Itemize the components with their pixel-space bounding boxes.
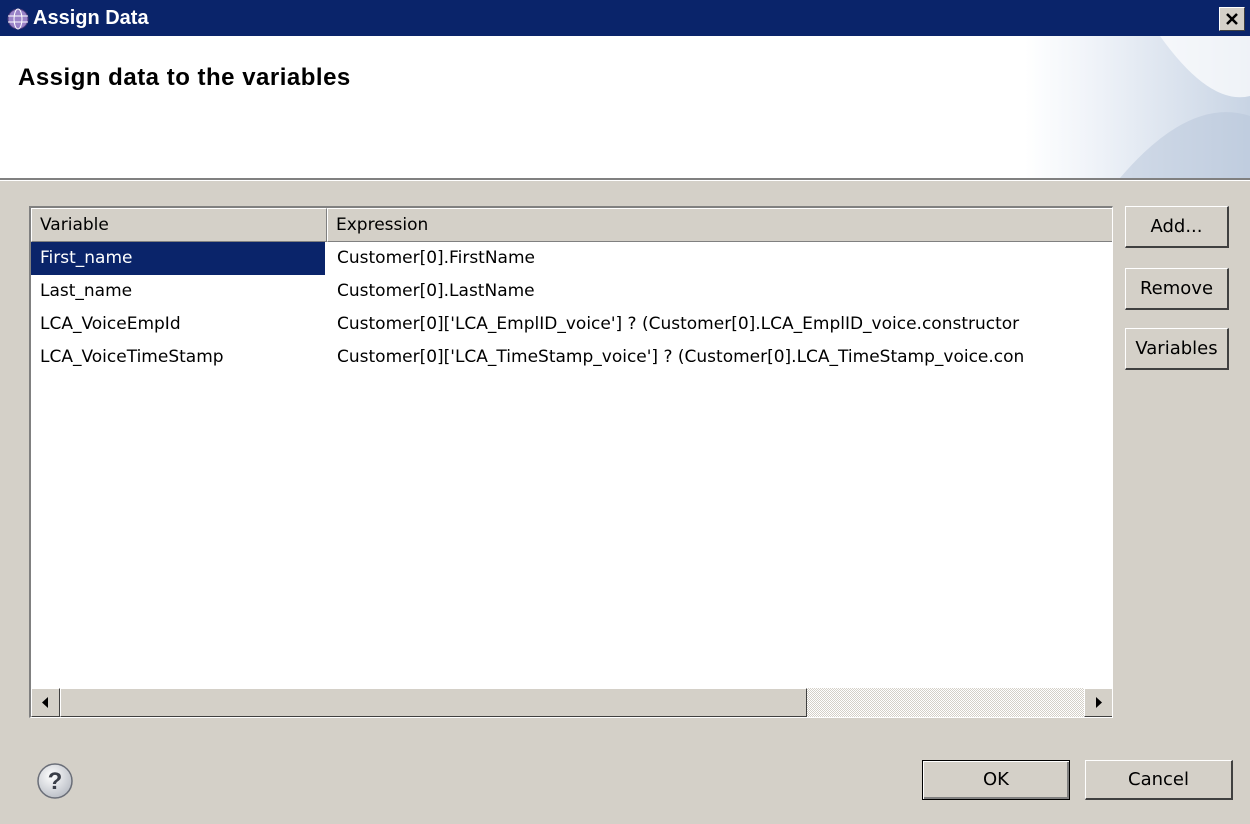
page-title: Assign data to the variables: [18, 64, 351, 91]
variable-cell[interactable]: Last_name: [31, 275, 325, 308]
table-header: Variable Expression: [31, 208, 1112, 242]
variable-cell[interactable]: LCA_VoiceEmpId: [31, 308, 325, 341]
assign-data-dialog: Assign Data Assign data to the variables…: [0, 0, 1250, 824]
help-icon[interactable]: ?: [36, 762, 74, 800]
horizontal-scrollbar[interactable]: [31, 688, 1112, 717]
cancel-button[interactable]: Cancel: [1085, 760, 1233, 800]
remove-button[interactable]: Remove: [1125, 268, 1229, 310]
variable-cell[interactable]: LCA_VoiceTimeStamp: [31, 341, 325, 374]
table-row[interactable]: LCA_VoiceTimeStamp Customer[0]['LCA_Time…: [31, 341, 1112, 374]
header-banner: Assign data to the variables: [0, 36, 1250, 178]
scrollbar-thumb[interactable]: [60, 688, 807, 717]
table-row[interactable]: First_name Customer[0].FirstName: [31, 242, 1112, 275]
column-header-variable[interactable]: Variable: [31, 208, 327, 242]
window-title: Assign Data: [33, 7, 149, 29]
arrow-left-icon: [42, 697, 48, 708]
assignment-table: Variable Expression First_name Customer[…: [29, 206, 1113, 718]
add-button[interactable]: Add...: [1125, 206, 1229, 248]
table-row[interactable]: LCA_VoiceEmpId Customer[0]['LCA_EmplID_v…: [31, 308, 1112, 341]
svg-text:?: ?: [48, 768, 63, 795]
banner-swoosh: [1120, 36, 1250, 178]
close-icon: [1226, 13, 1238, 25]
scroll-right-button[interactable]: [1084, 688, 1112, 717]
scroll-left-button[interactable]: [31, 688, 60, 717]
banner-divider: [0, 178, 1250, 181]
globe-icon: [7, 8, 29, 30]
table-row[interactable]: Last_name Customer[0].LastName: [31, 275, 1112, 308]
arrow-right-icon: [1096, 697, 1102, 708]
ok-button[interactable]: OK: [922, 760, 1070, 800]
close-button[interactable]: [1219, 7, 1245, 31]
title-bar: Assign Data: [0, 0, 1250, 36]
column-header-expression[interactable]: Expression: [327, 208, 1112, 242]
expression-cell[interactable]: Customer[0]['LCA_EmplID_voice'] ? (Custo…: [327, 308, 1112, 341]
expression-cell[interactable]: Customer[0].FirstName: [327, 242, 1112, 275]
variable-cell[interactable]: First_name: [31, 242, 325, 275]
variables-button[interactable]: Variables: [1125, 328, 1229, 370]
expression-cell[interactable]: Customer[0].LastName: [327, 275, 1112, 308]
expression-cell[interactable]: Customer[0]['LCA_TimeStamp_voice'] ? (Cu…: [327, 341, 1112, 374]
